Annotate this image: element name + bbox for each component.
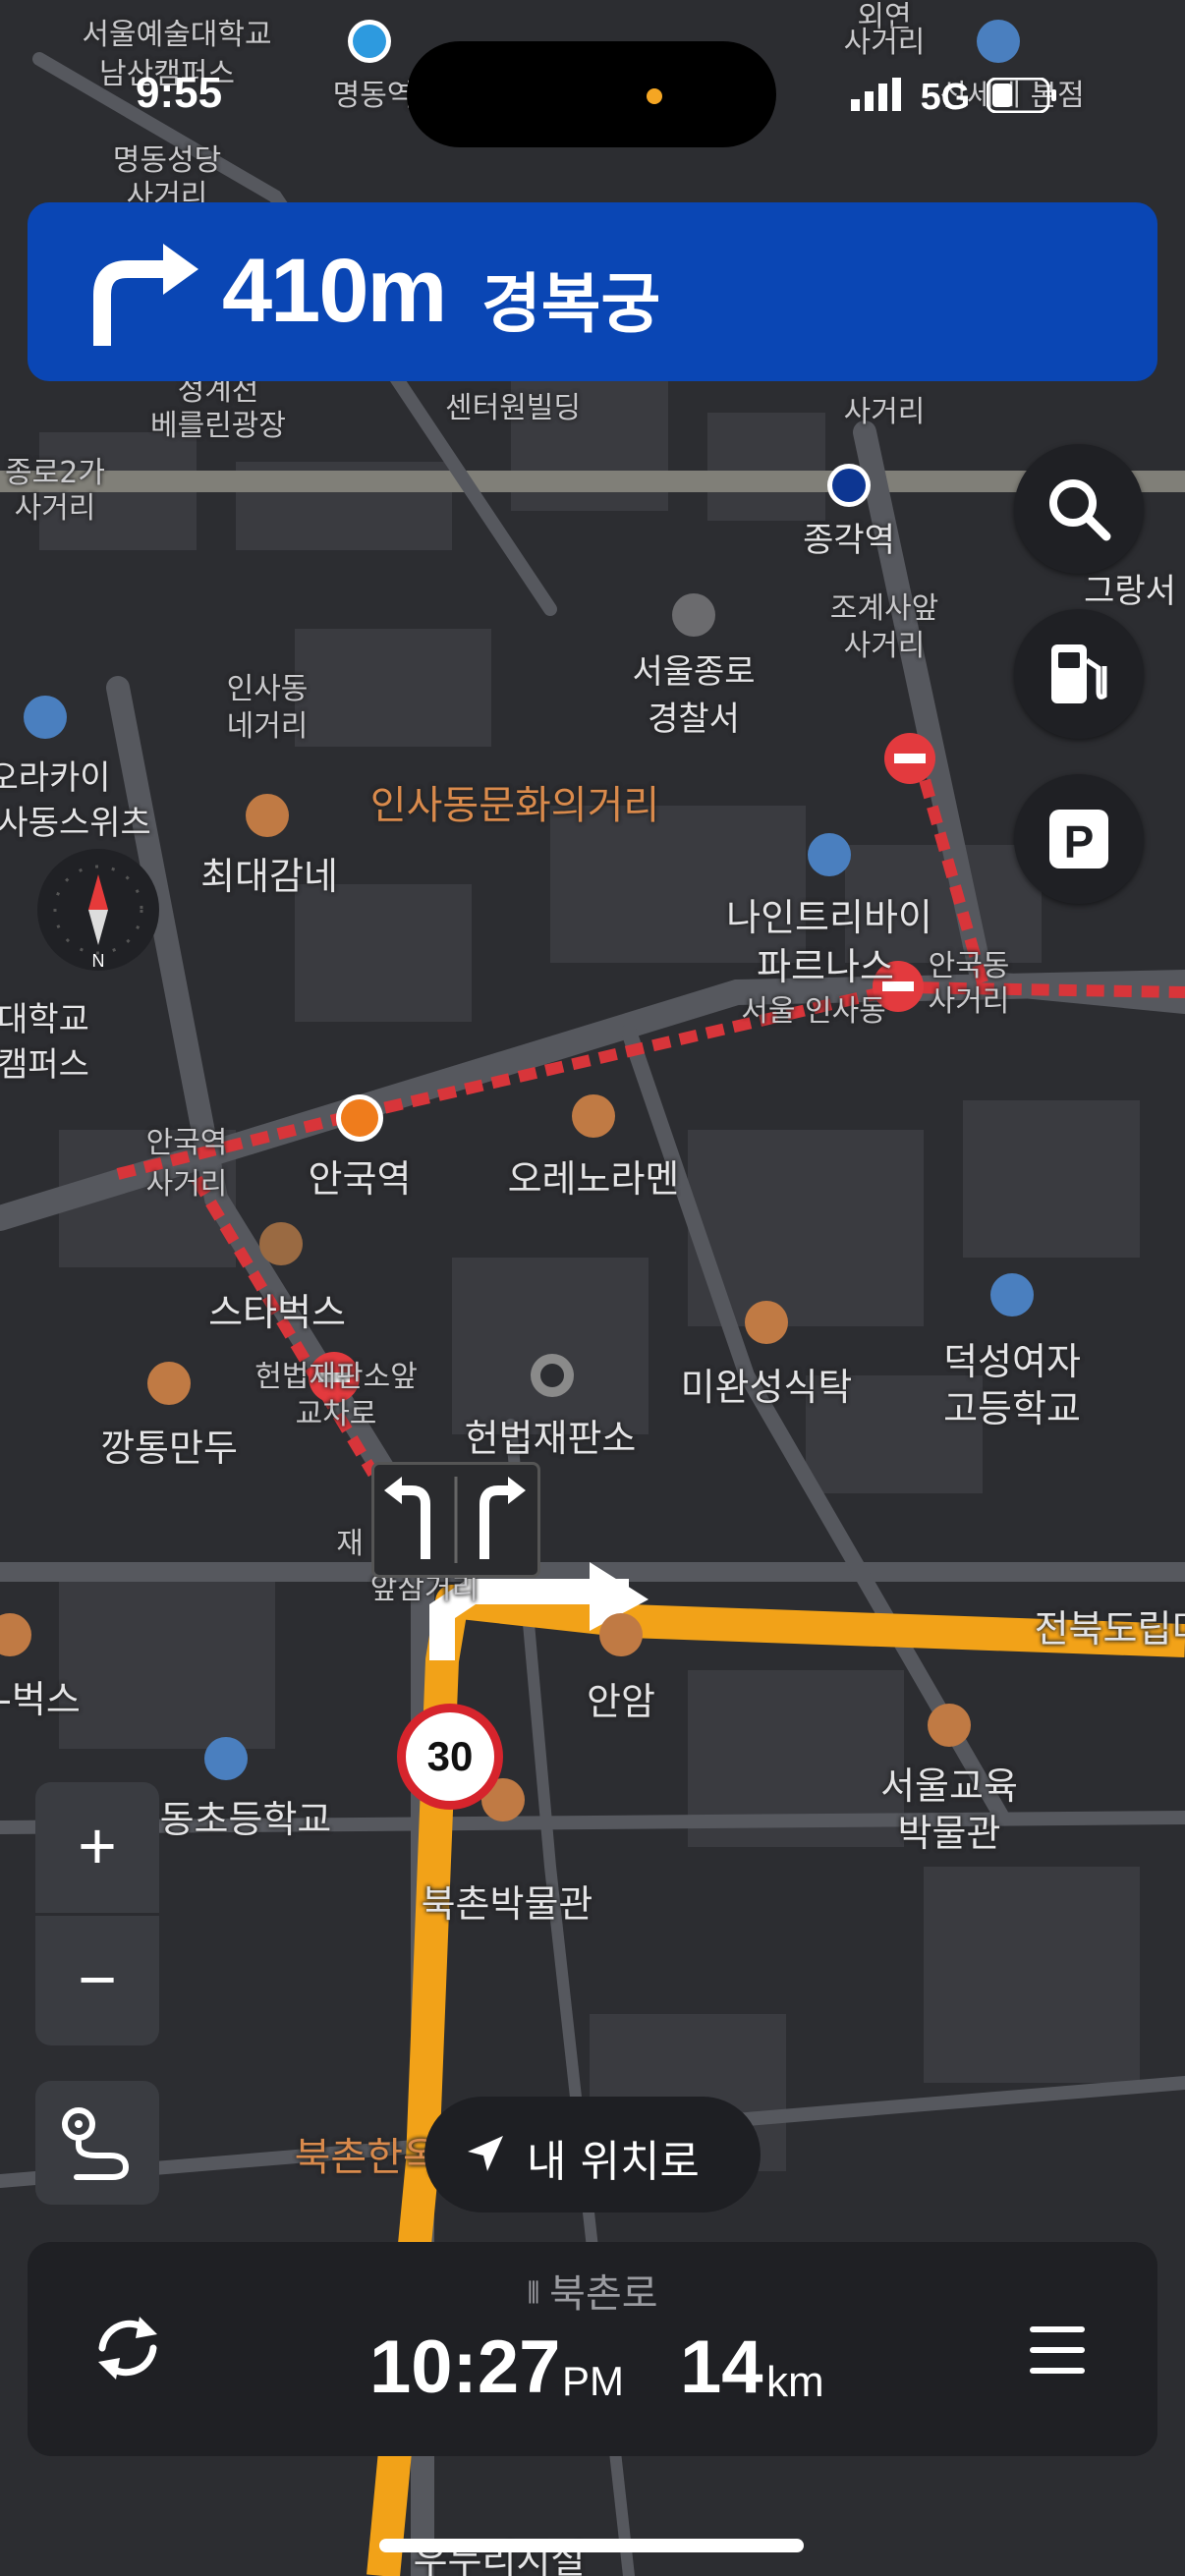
route-icon	[62, 2107, 130, 2180]
trip-summary-panel: ⦀ 북촌로 10:27 PM 14 km	[28, 2242, 1157, 2456]
map-label: 오라카이	[0, 758, 111, 798]
status-bar: 9:55 5G	[0, 39, 1185, 147]
remaining-distance: 14	[680, 2325, 763, 2409]
map-label: 재	[336, 1527, 364, 1561]
map-label: 조계사앞	[829, 591, 939, 626]
current-road-name: 북촌로	[549, 2271, 658, 2317]
turn-distance: 410m	[222, 241, 447, 341]
reroute-icon[interactable]	[88, 2309, 167, 2387]
map-label: 헌법재판소	[464, 1417, 637, 1460]
map-label: 베를린광장	[150, 409, 286, 443]
map-label: 네거리	[226, 709, 309, 744]
map-label: 사거리	[14, 491, 96, 526]
map-label: 나인트리바이	[726, 896, 932, 939]
map-label: 안국역	[308, 1157, 412, 1201]
signal-bars-icon	[851, 78, 901, 111]
turn-destination: 경복궁	[481, 266, 661, 342]
gas-station-icon	[1051, 644, 1107, 703]
map-label: 박물관	[897, 1812, 1001, 1855]
parking-icon: P	[1049, 810, 1108, 868]
map-label: 북촌박물관	[421, 1882, 593, 1926]
map-label: 오레노라멘	[507, 1157, 680, 1201]
map-label: 서울 인사동	[741, 994, 886, 1029]
gas-station-button[interactable]	[1014, 609, 1144, 739]
map-label: 그랑서	[1084, 572, 1176, 611]
zoom-in-button[interactable]: +	[35, 1782, 159, 1912]
map-label: 최대감네	[200, 855, 338, 898]
map-label: 경찰서	[648, 700, 740, 739]
map-label: 안국동	[928, 949, 1010, 983]
my-location-button[interactable]: 내 위치로	[424, 2097, 761, 2212]
map-label: 인사동문화의거리	[369, 783, 660, 828]
current-road: ⦀ 북촌로	[28, 2262, 1157, 2319]
dynamic-island	[407, 41, 776, 147]
lane-guidance	[371, 1462, 540, 1578]
search-button[interactable]	[1014, 444, 1144, 574]
map-label: 종각역	[803, 521, 895, 560]
lane-arrows-icon	[384, 1477, 526, 1563]
map-label: 파르나스	[757, 945, 894, 988]
compass-icon: N	[53, 865, 143, 971]
map-label: 사거리	[843, 629, 926, 663]
map-label: 스타벅스	[208, 1291, 346, 1334]
map-label: 교차로	[295, 1397, 377, 1431]
map-label: 고등학교	[943, 1387, 1081, 1430]
parking-button[interactable]: P	[1014, 774, 1144, 904]
mic-indicator-dot	[647, 88, 662, 104]
map-label: 대학교	[0, 1000, 89, 1039]
map-label: 깡통만두	[100, 1427, 238, 1470]
zoom-out-button[interactable]: −	[35, 1916, 159, 2045]
speed-limit-sign: 30	[397, 1704, 503, 1810]
map-label: -벅스	[0, 1678, 81, 1721]
my-location-label: 내 위치로	[527, 2137, 700, 2187]
map-label: 명동성당	[112, 143, 222, 178]
zoom-control: + −	[35, 1782, 159, 2045]
compass-button[interactable]: N	[37, 849, 159, 971]
map-label: 사거리	[928, 984, 1010, 1019]
map-label: 센터원빌딩	[445, 391, 581, 425]
eta-time: 10:27	[369, 2325, 561, 2409]
speed-limit-value: 30	[426, 1733, 474, 1779]
status-time: 9:55	[136, 69, 223, 117]
map-label: 안암	[587, 1680, 655, 1723]
compass-north-label: N	[92, 951, 105, 971]
map-label: 서울종로	[632, 652, 756, 692]
navigation-app: 서울예술대학교 남산캠퍼스 명동역 명동성당 사거리 외연 사거리 신세계 본점…	[0, 0, 1185, 2576]
map-label: 덕성여자	[943, 1340, 1081, 1383]
map-label: 사거리	[843, 395, 926, 429]
home-indicator[interactable]	[379, 2539, 804, 2552]
map-label: 인사동	[226, 672, 309, 706]
route-overview-button[interactable]	[35, 2081, 159, 2205]
eta-ampm: PM	[562, 2358, 624, 2404]
turn-right-icon	[93, 244, 198, 346]
turn-instruction-banner[interactable]: 410m 경복궁	[28, 202, 1157, 381]
map-label: 헌법재판소앞	[254, 1360, 418, 1394]
map-label: 종로2가	[5, 456, 105, 490]
menu-icon[interactable]	[1028, 2324, 1087, 2376]
map-label: 동초등학교	[159, 1798, 332, 1841]
map-label: 안국역	[145, 1126, 228, 1160]
remaining-distance-unit: km	[766, 2358, 824, 2406]
map-label: 미완성식탁	[680, 1366, 853, 1409]
svg-text:P: P	[1064, 816, 1095, 868]
search-icon	[1049, 479, 1111, 541]
map-label: 인사동스위츠	[0, 804, 151, 843]
location-arrow-icon	[468, 2136, 503, 2171]
network-type: 5G	[920, 77, 971, 118]
map-label: 전북도립미	[1034, 1607, 1185, 1651]
map-label: 캠퍼스	[0, 1045, 89, 1085]
map-label: 사거리	[145, 1167, 228, 1202]
map-label: 서울교육	[880, 1764, 1018, 1808]
signal-network: 5G	[851, 77, 1057, 119]
road-icon: ⦀	[527, 2276, 550, 2311]
battery-icon	[986, 77, 1056, 114]
